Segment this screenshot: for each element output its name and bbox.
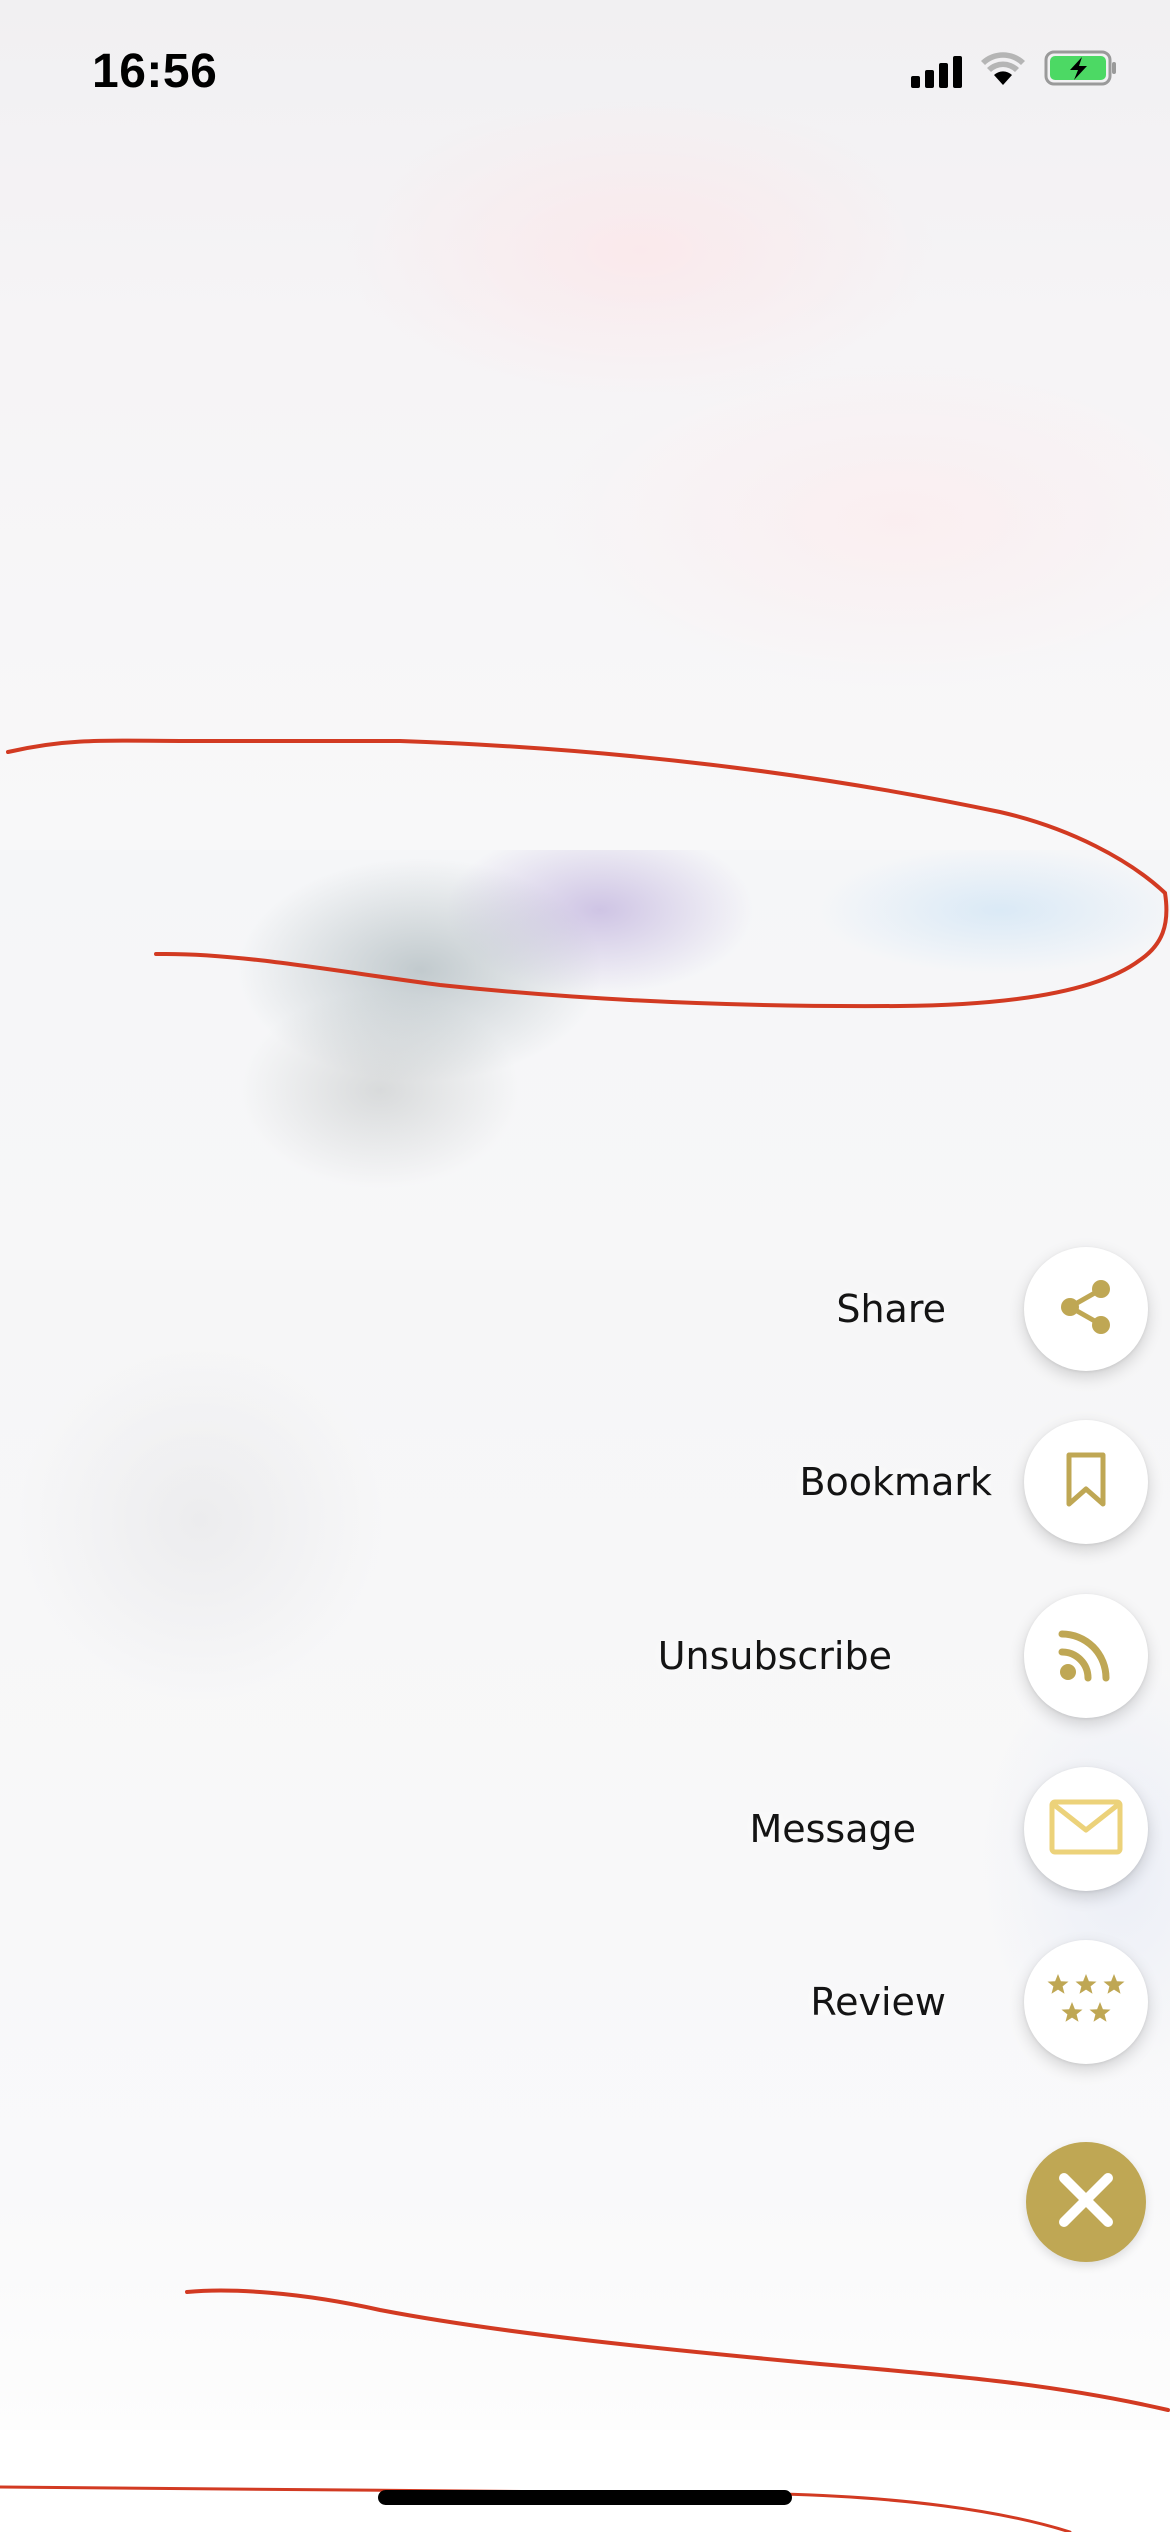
share-icon [1056,1277,1116,1342]
share-action[interactable]: Share [836,1245,1148,1373]
bookmark-button[interactable] [1024,1420,1148,1544]
status-icons [911,48,1118,88]
stars-icon [1046,1970,1126,2035]
cellular-signal-icon [911,48,962,88]
review-button[interactable] [1024,1940,1148,2064]
message-label[interactable]: Message [749,1807,916,1851]
close-icon [1056,2170,1116,2235]
bookmark-icon [1064,1451,1108,1514]
home-indicator[interactable] [378,2490,792,2505]
message-action[interactable]: Message [749,1765,1148,1893]
bookmark-label[interactable]: Bookmark [799,1460,992,1504]
share-button[interactable] [1024,1247,1148,1371]
envelope-icon [1048,1798,1124,1861]
message-button[interactable] [1024,1767,1148,1891]
battery-charging-icon [1044,49,1118,87]
share-label[interactable]: Share [836,1287,946,1331]
wifi-icon [980,50,1026,86]
unsubscribe-button[interactable] [1024,1594,1148,1718]
close-menu-button[interactable] [1026,2142,1146,2262]
rss-feed-icon [1056,1624,1116,1689]
bookmark-action[interactable]: Bookmark [799,1418,1148,1546]
unsubscribe-action[interactable]: Unsubscribe [658,1592,1148,1720]
review-label[interactable]: Review [810,1980,946,2024]
unsubscribe-label[interactable]: Unsubscribe [658,1634,892,1678]
review-action[interactable]: Review [810,1938,1148,2066]
background-blurred-content [0,850,1170,1270]
background-footer [0,2430,1170,2532]
status-bar: 16:56 [0,0,1170,140]
status-time: 16:56 [92,45,218,98]
